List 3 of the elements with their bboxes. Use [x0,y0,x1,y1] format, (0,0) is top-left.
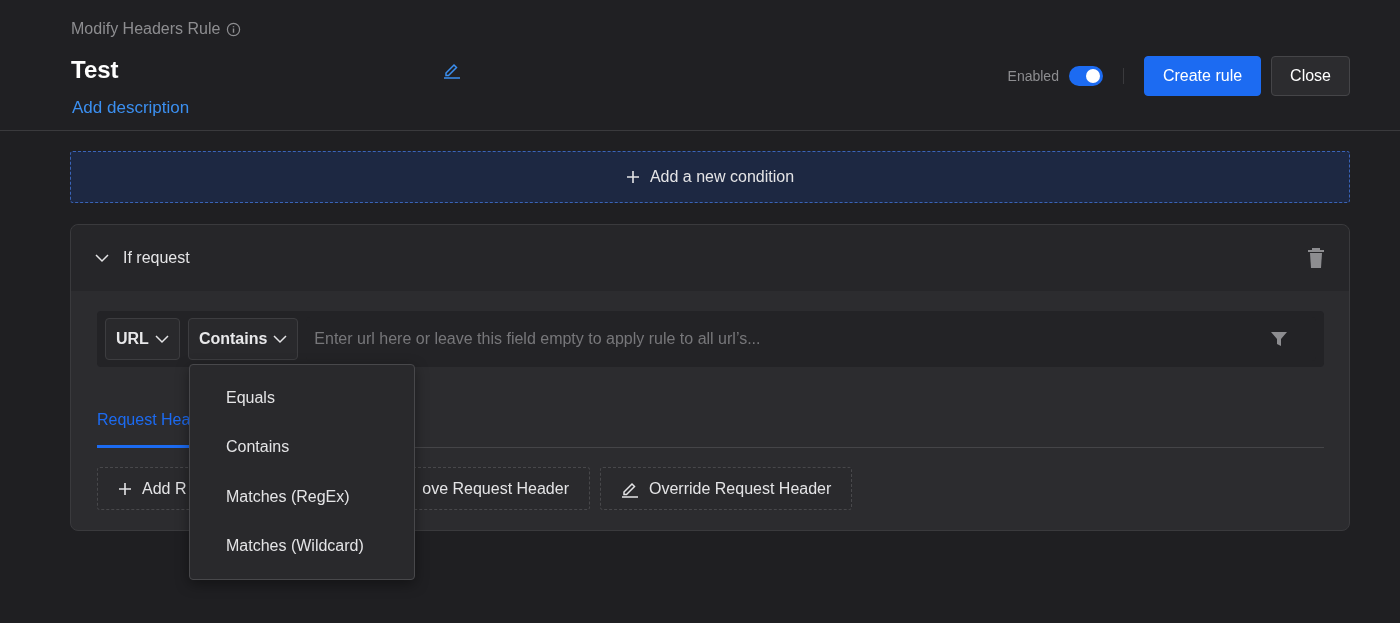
enabled-label: Enabled [1007,68,1059,84]
rule-type-label: Modify Headers Rule [71,20,221,38]
rule-name: Test [71,56,119,84]
